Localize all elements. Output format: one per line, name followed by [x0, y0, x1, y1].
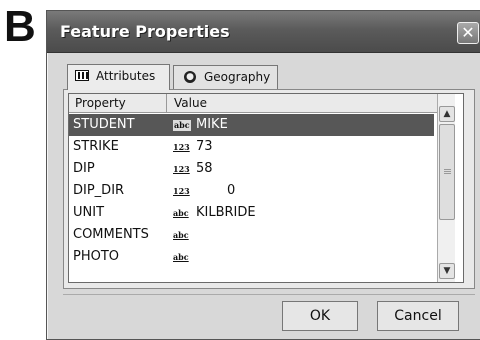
tab-geography[interactable]: ● Geography	[173, 65, 278, 89]
scroll-up-button[interactable]: ▲	[439, 106, 455, 122]
vertical-scrollbar[interactable]: ▲ ▼	[437, 94, 455, 282]
property-name: DIP	[73, 161, 95, 176]
grid-header: Property Value	[69, 94, 455, 113]
column-header-property[interactable]: Property	[69, 94, 167, 113]
tab-attributes[interactable]: Attributes	[67, 64, 170, 90]
property-value[interactable]: 58	[196, 158, 213, 180]
table-row[interactable]: STRIKE 123 73	[69, 136, 434, 158]
column-header-value[interactable]: Value	[167, 94, 455, 113]
window-title: Feature Properties	[60, 22, 230, 41]
table-row[interactable]: UNIT abc KILBRIDE	[69, 202, 434, 224]
chevron-up-icon: ▲	[443, 109, 451, 119]
property-value[interactable]: 0	[227, 180, 235, 202]
tab-attributes-label: Attributes	[96, 69, 156, 83]
property-name: PHOTO	[73, 249, 120, 264]
property-name: STUDENT	[73, 117, 135, 132]
property-value[interactable]: 73	[196, 136, 213, 158]
table-row[interactable]: PHOTO abc	[69, 246, 434, 268]
text-type-icon: abc	[173, 252, 189, 262]
text-type-icon: abc	[173, 230, 189, 240]
text-type-icon: abc	[173, 120, 191, 131]
globe-icon: ●	[184, 71, 196, 83]
table-icon	[75, 70, 89, 81]
table-row[interactable]: COMMENTS abc	[69, 224, 434, 246]
property-name: COMMENTS	[73, 227, 149, 242]
close-button[interactable]: ✕	[457, 22, 479, 44]
number-type-icon: 123	[173, 186, 190, 196]
property-value[interactable]: KILBRIDE	[196, 202, 256, 224]
scroll-thumb[interactable]	[439, 124, 455, 220]
table-row[interactable]: DIP 123 58	[69, 158, 434, 180]
property-value[interactable]: MIKE	[196, 114, 228, 136]
close-icon: ✕	[461, 23, 475, 42]
grid-rows: STUDENT abc MIKE STRIKE 123 73 DIP 123 5…	[69, 114, 434, 268]
text-type-icon: abc	[173, 208, 189, 218]
divider	[63, 294, 475, 295]
tab-geography-label: Geography	[204, 70, 271, 84]
scroll-down-button[interactable]: ▼	[439, 263, 455, 279]
number-type-icon: 123	[173, 164, 190, 174]
number-type-icon: 123	[173, 142, 190, 152]
property-name: STRIKE	[73, 139, 119, 154]
attribute-grid: Property Value STUDENT abc MIKE STRIKE 1…	[68, 93, 464, 283]
property-name: UNIT	[73, 205, 105, 220]
panel-label: B	[4, 2, 36, 51]
table-row[interactable]: DIP_DIR 123 0	[69, 180, 434, 202]
table-row[interactable]: STUDENT abc MIKE	[69, 114, 434, 136]
chevron-down-icon: ▼	[443, 266, 451, 276]
title-bar[interactable]: Feature Properties ✕	[47, 11, 480, 53]
feature-properties-window: Feature Properties ✕ Attributes ● Geogra…	[46, 10, 480, 340]
property-name: DIP_DIR	[73, 183, 125, 198]
